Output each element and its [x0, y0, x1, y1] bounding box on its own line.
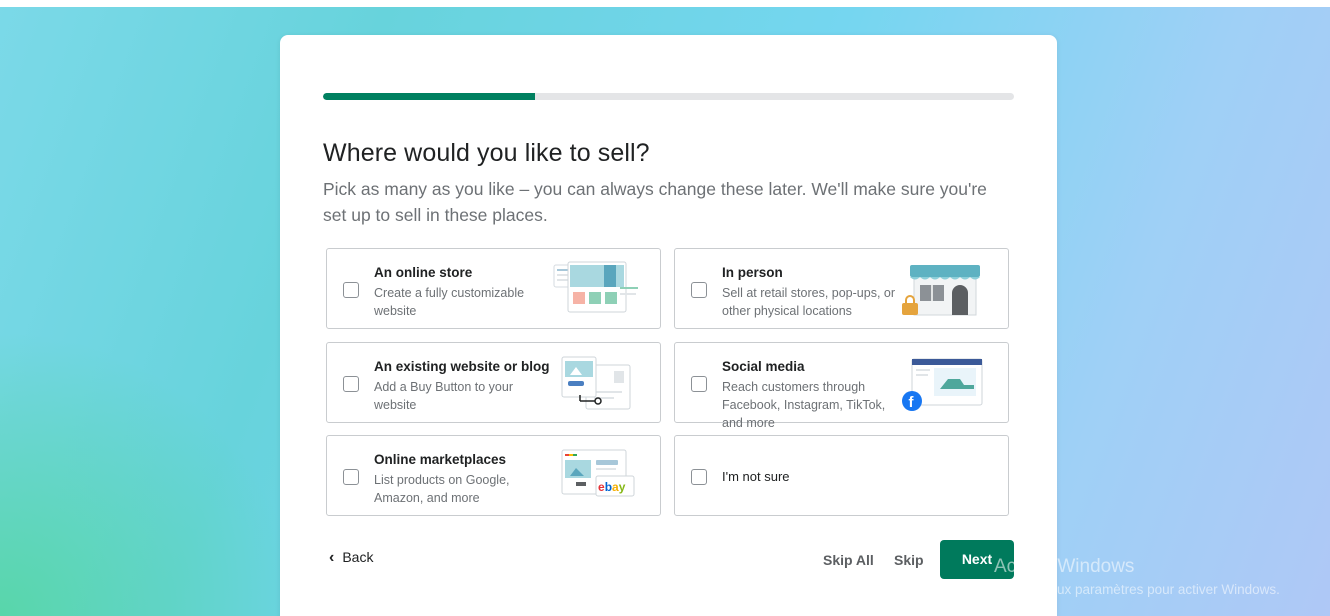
not-sure-checkbox[interactable] — [691, 469, 707, 485]
marketplace-illustration-icon: ebay — [561, 449, 635, 497]
page-title: Where would you like to sell? — [323, 139, 650, 167]
option-description: List products on Google, Amazon, and mor… — [374, 473, 510, 505]
option-title: In person — [722, 265, 783, 280]
option-description: Reach customers through Facebook, Instag… — [722, 380, 886, 430]
option-existing-website[interactable]: An existing website or blog Add a Buy Bu… — [326, 342, 661, 423]
option-title: An existing website or blog — [374, 359, 550, 374]
in-person-checkbox[interactable] — [691, 282, 707, 298]
online-store-checkbox[interactable] — [343, 282, 359, 298]
onboarding-card: Where would you like to sell? Pick as ma… — [280, 35, 1057, 616]
online-marketplaces-checkbox[interactable] — [343, 469, 359, 485]
skip-all-button[interactable]: Skip All — [823, 552, 874, 568]
svg-text:ebay: ebay — [598, 480, 626, 494]
option-online-store[interactable]: An online store Create a fully customiza… — [326, 248, 661, 329]
option-title: An online store — [374, 265, 473, 280]
windows-activation-subtitle: Accédez aux paramètres pour activer Wind… — [994, 582, 1280, 597]
buy-button-illustration-icon — [561, 356, 631, 410]
option-description: Sell at retail stores, pop-ups, or other… — [722, 286, 895, 318]
option-description: Add a Buy Button to your website — [374, 380, 513, 412]
option-social-media[interactable]: Social media Reach customers through Fac… — [674, 342, 1009, 430]
option-description: Create a fully customizable website — [374, 286, 525, 318]
option-online-marketplaces[interactable]: Online marketplaces List products on Goo… — [326, 435, 661, 516]
social-media-checkbox[interactable] — [691, 376, 707, 392]
option-title: Social media — [722, 359, 805, 374]
skip-button[interactable]: Skip — [894, 552, 924, 568]
windows-activation-title: Activer Windows — [994, 556, 1135, 577]
online-store-illustration-icon — [553, 261, 638, 313]
option-title: I'm not sure — [722, 469, 790, 484]
page-subtitle: Pick as many as you like – you can alway… — [323, 179, 987, 225]
progress-fill — [323, 93, 536, 100]
top-strip — [0, 0, 1330, 7]
back-button[interactable]: ‹ Back — [329, 549, 373, 567]
storefront-illustration-icon — [902, 265, 980, 316]
option-not-sure[interactable]: I'm not sure — [674, 435, 1009, 516]
back-label: Back — [342, 549, 374, 565]
option-title: Online marketplaces — [374, 452, 507, 467]
existing-website-checkbox[interactable] — [343, 376, 359, 392]
social-media-illustration-icon: f — [902, 358, 983, 411]
progress-bar — [323, 93, 1014, 100]
option-in-person[interactable]: In person Sell at retail stores, pop-ups… — [674, 248, 1009, 329]
chevron-left-icon: ‹ — [329, 549, 335, 566]
background-glow — [0, 330, 300, 616]
